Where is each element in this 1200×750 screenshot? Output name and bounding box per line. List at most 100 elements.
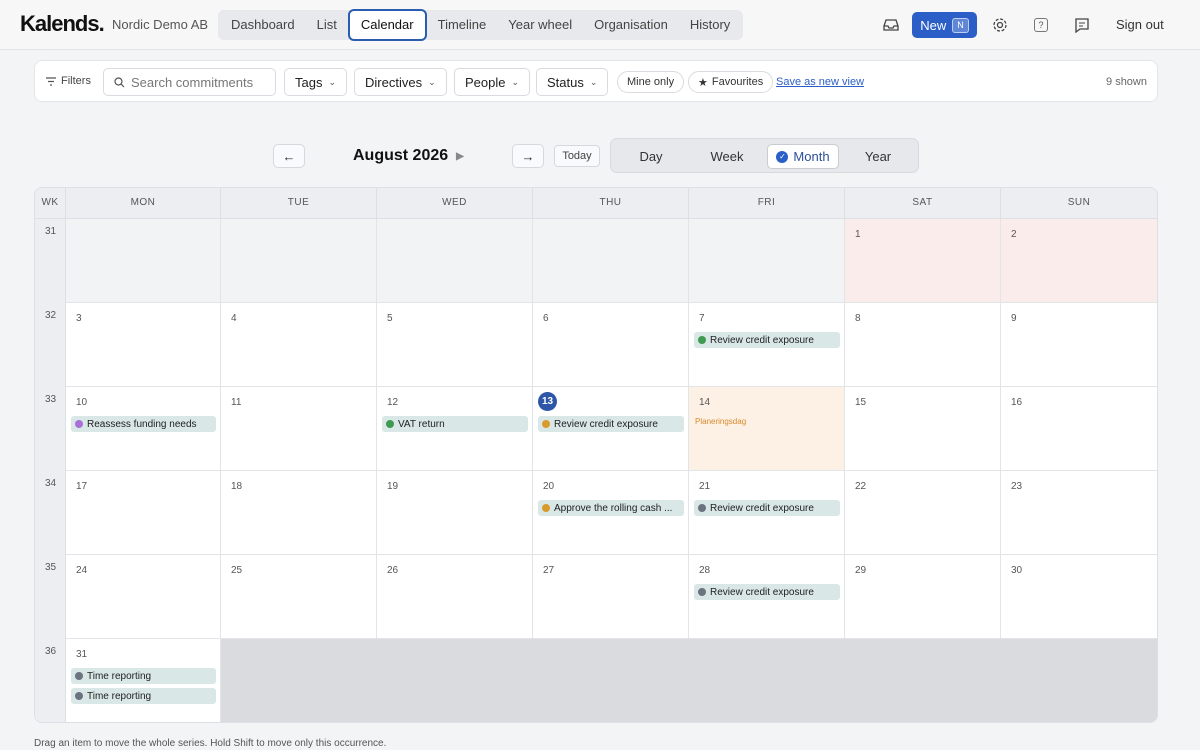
today-button[interactable]: Today bbox=[554, 145, 600, 167]
tab-list[interactable]: List bbox=[306, 10, 348, 40]
day-cell[interactable]: 28 Review credit exposure bbox=[689, 555, 845, 639]
prev-month-button[interactable]: ← bbox=[273, 144, 305, 168]
people-dropdown[interactable]: People ⌄ bbox=[454, 68, 531, 96]
day-cell[interactable]: 3 bbox=[66, 303, 221, 387]
day-cell[interactable] bbox=[533, 219, 689, 303]
feedback-icon[interactable] bbox=[1071, 14, 1093, 36]
day-number: 6 bbox=[543, 313, 549, 324]
week-number-header: WK bbox=[35, 188, 66, 219]
gear-icon[interactable] bbox=[989, 14, 1011, 36]
day-cell[interactable]: 6 bbox=[533, 303, 689, 387]
view-switcher: Day Week ✓ Month Year bbox=[610, 138, 919, 173]
day-cell[interactable]: 17 bbox=[66, 471, 221, 555]
day-cell[interactable]: 18 bbox=[221, 471, 377, 555]
view-month[interactable]: ✓ Month bbox=[767, 144, 839, 169]
day-cell[interactable]: 12 VAT return bbox=[377, 387, 533, 471]
day-cell[interactable] bbox=[66, 219, 221, 303]
day-cell[interactable]: 20 Approve the rolling cash ... bbox=[533, 471, 689, 555]
day-cell[interactable]: 23 bbox=[1001, 471, 1157, 555]
day-cell[interactable]: 1 bbox=[845, 219, 1001, 303]
day-cell[interactable]: 26 bbox=[377, 555, 533, 639]
day-number: 11 bbox=[231, 397, 242, 408]
day-number: 3 bbox=[76, 313, 82, 324]
day-number: 1 bbox=[855, 229, 861, 240]
favourites-label: Favourites bbox=[711, 76, 764, 88]
help-icon[interactable]: ? bbox=[1030, 14, 1052, 36]
new-button[interactable]: New N bbox=[912, 12, 977, 38]
next-month-button[interactable]: → bbox=[512, 144, 544, 168]
event-title: Reassess funding needs bbox=[87, 418, 197, 430]
tab-year-wheel[interactable]: Year wheel bbox=[497, 10, 583, 40]
inbox-icon[interactable] bbox=[880, 14, 902, 36]
sign-out-link[interactable]: Sign out bbox=[1116, 17, 1164, 32]
day-cell[interactable]: 21 Review credit exposure bbox=[689, 471, 845, 555]
day-number: 8 bbox=[855, 313, 861, 324]
day-number: 19 bbox=[387, 481, 399, 492]
day-cell[interactable]: 8 bbox=[845, 303, 1001, 387]
save-view-link[interactable]: Save as new view bbox=[776, 76, 864, 88]
weekday-header-wed: WED bbox=[377, 188, 533, 219]
day-cell[interactable]: 11 bbox=[221, 387, 377, 471]
day-cell[interactable]: 31 Time reporting Time reporting bbox=[66, 639, 221, 722]
calendar-event[interactable]: Review credit exposure bbox=[694, 332, 840, 348]
tab-calendar[interactable]: Calendar bbox=[347, 9, 427, 41]
day-cell[interactable]: 29 bbox=[845, 555, 1001, 639]
month-title[interactable]: August 2026 ▶ bbox=[353, 147, 464, 165]
help-key: ? bbox=[1034, 18, 1048, 32]
search-icon bbox=[114, 76, 125, 87]
search-input[interactable]: Search commitments bbox=[103, 68, 276, 96]
day-cell[interactable]: 24 bbox=[66, 555, 221, 639]
day-cell[interactable]: 25 bbox=[221, 555, 377, 639]
day-cell[interactable] bbox=[377, 219, 533, 303]
tab-organisation[interactable]: Organisation bbox=[583, 10, 679, 40]
day-cell[interactable]: 27 bbox=[533, 555, 689, 639]
mine-only-chip[interactable]: Mine only bbox=[617, 71, 685, 93]
calendar-event[interactable]: Time reporting bbox=[71, 688, 216, 704]
calendar-event[interactable]: Review credit exposure bbox=[694, 584, 840, 600]
view-year[interactable]: Year bbox=[849, 144, 907, 169]
day-number: 22 bbox=[855, 481, 867, 492]
day-cell[interactable]: 9 bbox=[1001, 303, 1157, 387]
day-cell[interactable]: 13 Review credit exposure bbox=[533, 387, 689, 471]
day-cell[interactable]: 30 bbox=[1001, 555, 1157, 639]
tab-dashboard[interactable]: Dashboard bbox=[220, 10, 306, 40]
month-title-text: August 2026 bbox=[353, 147, 449, 164]
day-cell[interactable]: 15 bbox=[845, 387, 1001, 471]
calendar-event[interactable]: Review credit exposure bbox=[538, 416, 684, 432]
calendar-event[interactable]: Time reporting bbox=[71, 668, 216, 684]
day-cell[interactable]: 19 bbox=[377, 471, 533, 555]
day-cell[interactable]: 10 Reassess funding needs bbox=[66, 387, 221, 471]
day-number: 21 bbox=[699, 481, 711, 492]
day-number: 7 bbox=[699, 313, 705, 324]
directives-dropdown[interactable]: Directives ⌄ bbox=[354, 68, 447, 96]
tags-dropdown[interactable]: Tags ⌄ bbox=[284, 68, 348, 96]
calendar-event[interactable]: Approve the rolling cash ... bbox=[538, 500, 684, 516]
calendar-event[interactable]: VAT return bbox=[382, 416, 528, 432]
tab-history[interactable]: History bbox=[679, 10, 741, 40]
day-cell[interactable] bbox=[689, 219, 845, 303]
day-cell[interactable]: 22 bbox=[845, 471, 1001, 555]
day-cell[interactable] bbox=[221, 219, 377, 303]
weekday-header-sat: SAT bbox=[845, 188, 1001, 219]
day-number: 16 bbox=[1011, 397, 1023, 408]
favourites-chip[interactable]: ★ Favourites bbox=[688, 71, 774, 93]
day-cell[interactable]: 4 bbox=[221, 303, 377, 387]
day-cell[interactable]: 2 bbox=[1001, 219, 1157, 303]
day-number: 28 bbox=[699, 565, 711, 576]
filters-toggle[interactable]: Filters bbox=[46, 75, 91, 87]
calendar-event[interactable]: Reassess funding needs bbox=[71, 416, 216, 432]
view-week[interactable]: Week bbox=[697, 144, 757, 169]
calendar-event[interactable]: Review credit exposure bbox=[694, 500, 840, 516]
week-number: 33 bbox=[44, 394, 57, 405]
day-cell[interactable]: 7 Review credit exposure bbox=[689, 303, 845, 387]
view-day[interactable]: Day bbox=[621, 144, 681, 169]
filter-icon bbox=[46, 76, 56, 86]
day-cell[interactable]: 5 bbox=[377, 303, 533, 387]
day-cell[interactable]: 14 Planeringsdag bbox=[689, 387, 845, 471]
day-cell[interactable]: 16 bbox=[1001, 387, 1157, 471]
status-dropdown[interactable]: Status ⌄ bbox=[536, 68, 609, 96]
event-title: Approve the rolling cash ... bbox=[554, 502, 673, 514]
app-logo[interactable]: Kalends. bbox=[20, 11, 105, 37]
day-number: 24 bbox=[76, 565, 88, 576]
tab-timeline[interactable]: Timeline bbox=[427, 10, 498, 40]
